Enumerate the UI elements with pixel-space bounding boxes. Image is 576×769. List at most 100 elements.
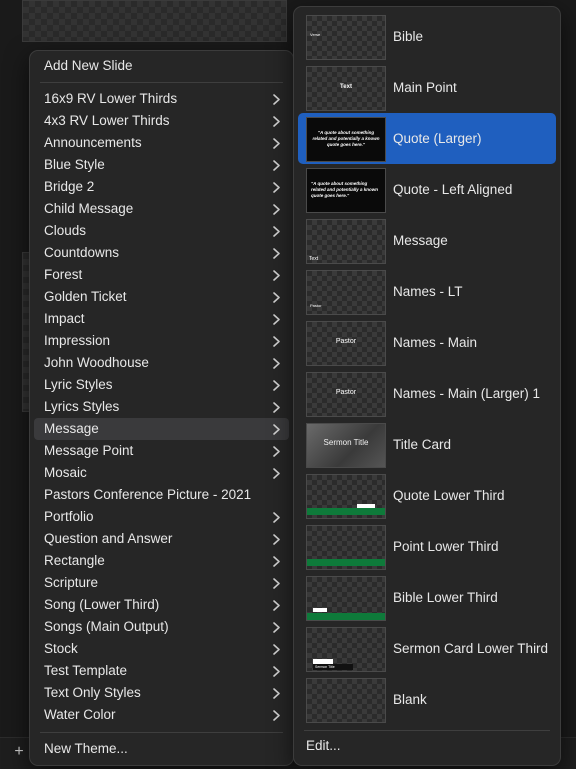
- menu-item-theme[interactable]: Scripture: [34, 572, 289, 594]
- chevron-right-icon: [271, 440, 281, 462]
- menu-item-theme[interactable]: Lyrics Styles: [34, 396, 289, 418]
- slide-template-item[interactable]: "A quote about something related and pot…: [298, 164, 556, 215]
- slide-template-item[interactable]: Text Message: [298, 215, 556, 266]
- theme-context-menu: Add New Slide 16x9 RV Lower Thirds 4x3 RV…: [29, 50, 294, 766]
- menu-item-theme[interactable]: Countdowns: [34, 242, 289, 264]
- chevron-right-icon: [271, 660, 281, 682]
- menu-item-theme[interactable]: Lyric Styles: [34, 374, 289, 396]
- menu-item-theme[interactable]: Water Color: [34, 704, 289, 726]
- menu-item-label: 16x9 RV Lower Thirds: [44, 91, 178, 106]
- slide-template-item[interactable]: Quote Lower Third: [298, 470, 556, 521]
- menu-item-theme[interactable]: Impact: [34, 308, 289, 330]
- background-slide-thumbnail[interactable]: [22, 0, 287, 42]
- menu-item-theme[interactable]: Announcements: [34, 132, 289, 154]
- menu-item-theme[interactable]: 4x3 RV Lower Thirds: [34, 110, 289, 132]
- menu-item-label: Message: [44, 421, 99, 436]
- thumbnail-text: "A quote about something related and pot…: [311, 181, 379, 198]
- lower-third-label-box: [357, 504, 375, 508]
- slide-template-label: Quote - Left Aligned: [393, 182, 513, 197]
- slide-template-label: Sermon Card Lower Third: [393, 641, 549, 656]
- menu-item-theme[interactable]: Mosaic: [34, 462, 289, 484]
- menu-item-label: Stock: [44, 641, 78, 656]
- menu-item-label: Blue Style: [44, 157, 105, 172]
- slide-template-label: Quote (Larger): [393, 131, 482, 146]
- slide-thumbnail: Sermon Title: [306, 423, 386, 468]
- menu-item-label: Lyric Styles: [44, 377, 113, 392]
- menu-item-theme[interactable]: Question and Answer: [34, 528, 289, 550]
- chevron-right-icon: [271, 308, 281, 330]
- lower-third-label-box: [313, 608, 327, 612]
- menu-item-theme[interactable]: Test Template: [34, 660, 289, 682]
- menu-item-theme[interactable]: Songs (Main Output): [34, 616, 289, 638]
- slide-template-item[interactable]: Point Point Lower Third: [298, 521, 556, 572]
- menu-item-theme[interactable]: Clouds: [34, 220, 289, 242]
- thumbnail-text: Text: [309, 256, 319, 262]
- plus-icon[interactable]: +: [11, 744, 27, 760]
- slide-thumbnail: Pastor: [306, 372, 386, 417]
- menu-item-theme[interactable]: Bridge 2: [34, 176, 289, 198]
- slide-template-item[interactable]: Sermon Title Sermon Card Lower Third: [298, 623, 556, 674]
- chevron-right-icon: [271, 396, 281, 418]
- menu-item-theme[interactable]: Golden Ticket: [34, 286, 289, 308]
- slide-template-item[interactable]: Pastor Names - Main (Larger) 1: [298, 368, 556, 419]
- chevron-right-icon: [271, 374, 281, 396]
- slide-template-item[interactable]: Bible Lower Third: [298, 572, 556, 623]
- menu-item-label: Text Only Styles: [44, 685, 141, 700]
- slide-template-item[interactable]: Sermon Title Title Card: [298, 419, 556, 470]
- slide-thumbnail: Verse: [306, 15, 386, 60]
- menu-item-theme[interactable]: Rectangle: [34, 550, 289, 572]
- menu-item-theme[interactable]: Text Only Styles: [34, 682, 289, 704]
- slide-template-label: Main Point: [393, 80, 457, 95]
- menu-item-label: John Woodhouse: [44, 355, 149, 370]
- add-new-slide-menu-item[interactable]: Add New Slide: [34, 55, 289, 77]
- slide-thumbnail: [306, 678, 386, 723]
- menu-item-theme[interactable]: Portfolio: [34, 506, 289, 528]
- thumbnail-text: Sermon Title: [323, 438, 369, 447]
- menu-item-label: Announcements: [44, 135, 142, 150]
- menu-item-theme[interactable]: John Woodhouse: [34, 352, 289, 374]
- chevron-right-icon: [271, 506, 281, 528]
- menu-item-theme[interactable]: Forest: [34, 264, 289, 286]
- menu-item-label: Mosaic: [44, 465, 87, 480]
- submenu-separator: [304, 730, 550, 731]
- slide-template-label: Names - LT: [393, 284, 463, 299]
- chevron-right-icon: [271, 330, 281, 352]
- theme-list: 16x9 RV Lower Thirds 4x3 RV Lower Thirds A…: [30, 88, 293, 726]
- chevron-right-icon: [271, 572, 281, 594]
- slide-template-item[interactable]: Pastor Names - Main: [298, 317, 556, 368]
- slide-template-item[interactable]: "A quote about something related and pot…: [298, 113, 556, 164]
- menu-item-theme[interactable]: Child Message: [34, 198, 289, 220]
- thumbnail-text: Sermon Title: [315, 665, 335, 669]
- menu-item-label: Impression: [44, 333, 111, 348]
- slide-template-label: Names - Main: [393, 335, 478, 350]
- thumbnail-text: Text: [340, 84, 352, 90]
- chevron-right-icon: [271, 242, 281, 264]
- lower-third-bar: Point: [307, 559, 385, 566]
- menu-item-label: Lyrics Styles: [44, 399, 120, 414]
- menu-item-theme[interactable]: Message Point: [34, 440, 289, 462]
- slide-template-item[interactable]: Pastor Names - LT: [298, 266, 556, 317]
- menu-item-label: Golden Ticket: [44, 289, 127, 304]
- menu-item-theme[interactable]: 16x9 RV Lower Thirds: [34, 88, 289, 110]
- slide-thumbnail: [306, 474, 386, 519]
- menu-item-label: Rectangle: [44, 553, 105, 568]
- menu-item-theme[interactable]: Message: [34, 418, 289, 440]
- slide-template-item[interactable]: Text Main Point: [298, 62, 556, 113]
- edit-menu-item[interactable]: Edit...: [298, 735, 556, 757]
- menu-item-theme[interactable]: Song (Lower Third): [34, 594, 289, 616]
- menu-item-label: Pastors Conference Picture - 2021: [44, 487, 252, 502]
- menu-item-theme[interactable]: Pastors Conference Picture - 2021: [34, 484, 289, 506]
- menu-item-theme[interactable]: Stock: [34, 638, 289, 660]
- slide-template-item[interactable]: Verse Bible: [298, 11, 556, 62]
- thumbnail-text: Pastor: [310, 303, 322, 308]
- slide-template-label: Names - Main (Larger) 1: [393, 386, 541, 401]
- new-theme-menu-item[interactable]: New Theme...: [34, 738, 289, 760]
- chevron-right-icon: [271, 352, 281, 374]
- menu-item-theme[interactable]: Impression: [34, 330, 289, 352]
- menu-item-label: Test Template: [44, 663, 128, 678]
- slide-template-item[interactable]: Blank: [298, 674, 556, 725]
- thumbnail-text: Pastor: [335, 338, 357, 345]
- slide-template-label: Bible Lower Third: [393, 590, 498, 605]
- menu-separator: [40, 82, 283, 83]
- menu-item-theme[interactable]: Blue Style: [34, 154, 289, 176]
